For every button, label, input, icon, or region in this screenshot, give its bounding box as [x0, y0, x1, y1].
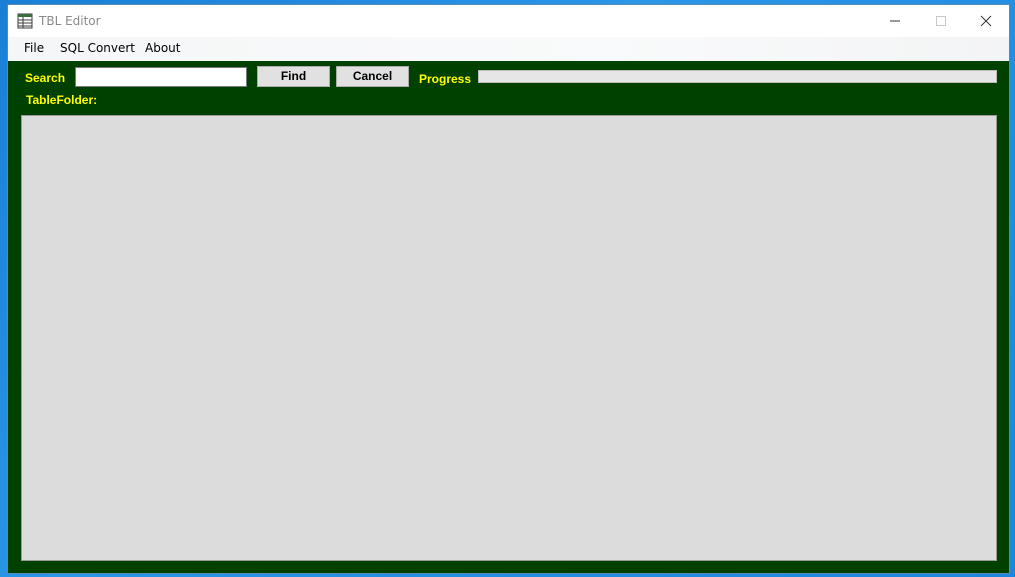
- close-button[interactable]: [963, 5, 1009, 37]
- menu-about[interactable]: About: [145, 41, 180, 55]
- menu-bar: File SQL Convert About: [8, 37, 1009, 61]
- maximize-button[interactable]: [918, 5, 964, 37]
- minimize-button[interactable]: [872, 5, 918, 37]
- table-folder-label: TableFolder:: [26, 93, 98, 107]
- progress-label: Progress: [419, 72, 472, 86]
- table-view-panel[interactable]: [21, 115, 997, 561]
- progress-bar: [478, 70, 997, 83]
- search-input[interactable]: [75, 67, 247, 87]
- menu-sql-convert[interactable]: SQL Convert: [60, 41, 135, 55]
- menu-file[interactable]: File: [24, 41, 44, 55]
- app-window: TBL Editor File SQL Convert About Search: [8, 5, 1009, 573]
- title-bar[interactable]: TBL Editor: [8, 5, 1009, 37]
- spreadsheet-icon: [17, 13, 33, 29]
- find-button[interactable]: Find: [257, 66, 330, 87]
- cancel-button[interactable]: Cancel: [336, 66, 409, 87]
- window-title: TBL Editor: [39, 14, 101, 28]
- search-label: Search: [25, 71, 66, 85]
